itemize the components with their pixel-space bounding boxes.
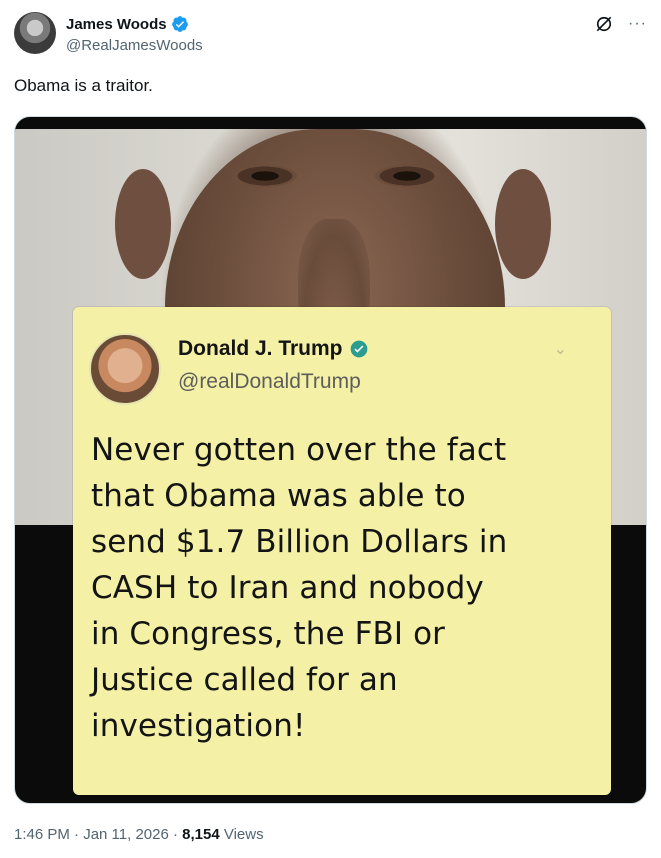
embedded-handle: @realDonaldTrump xyxy=(178,370,361,393)
verified-badge-icon xyxy=(171,16,188,32)
grok-icon[interactable] xyxy=(594,14,614,34)
embedded-line: Never gotten over the fact xyxy=(91,432,507,468)
author-name-row[interactable]: James Woods xyxy=(66,15,189,33)
author-avatar[interactable] xyxy=(14,12,56,54)
author-display-name[interactable]: James Woods xyxy=(66,16,167,33)
post-actions-top: ··· xyxy=(594,14,647,34)
more-icon[interactable]: ··· xyxy=(628,16,647,32)
post-meta: 1:46 PM · Jan 11, 2026 · 8,154 Views xyxy=(14,826,264,843)
author-handle[interactable]: @RealJamesWoods xyxy=(66,37,203,54)
embedded-line: Justice called for an xyxy=(91,662,398,698)
post-media-image[interactable]: Donald J. Trump @realDonaldTrump ⌄ Never… xyxy=(14,116,647,804)
embedded-line: send $1.7 Billion Dollars in xyxy=(91,524,508,560)
embedded-line: investigation! xyxy=(91,708,306,744)
views-count: 8,154 xyxy=(182,826,220,843)
embedded-line: CASH to Iran and nobody xyxy=(91,570,484,606)
embedded-line: that Obama was able to xyxy=(91,478,466,514)
post-text: Obama is a traitor. xyxy=(14,76,153,95)
embedded-line: in Congress, the FBI or xyxy=(91,616,446,652)
embedded-tweet-text: Never gotten over the fact that Obama wa… xyxy=(91,427,591,749)
embedded-name-row: Donald J. Trump xyxy=(178,337,369,361)
embedded-verified-icon xyxy=(350,340,367,358)
post-timestamp[interactable]: 1:46 PM · Jan 11, 2026 · xyxy=(14,826,182,843)
views-label: Views xyxy=(219,826,264,843)
embedded-author-avatar xyxy=(89,333,161,405)
chevron-down-icon: ⌄ xyxy=(553,341,567,358)
embedded-display-name: Donald J. Trump xyxy=(178,337,343,360)
embedded-tweet-card: Donald J. Trump @realDonaldTrump ⌄ Never… xyxy=(73,307,611,795)
